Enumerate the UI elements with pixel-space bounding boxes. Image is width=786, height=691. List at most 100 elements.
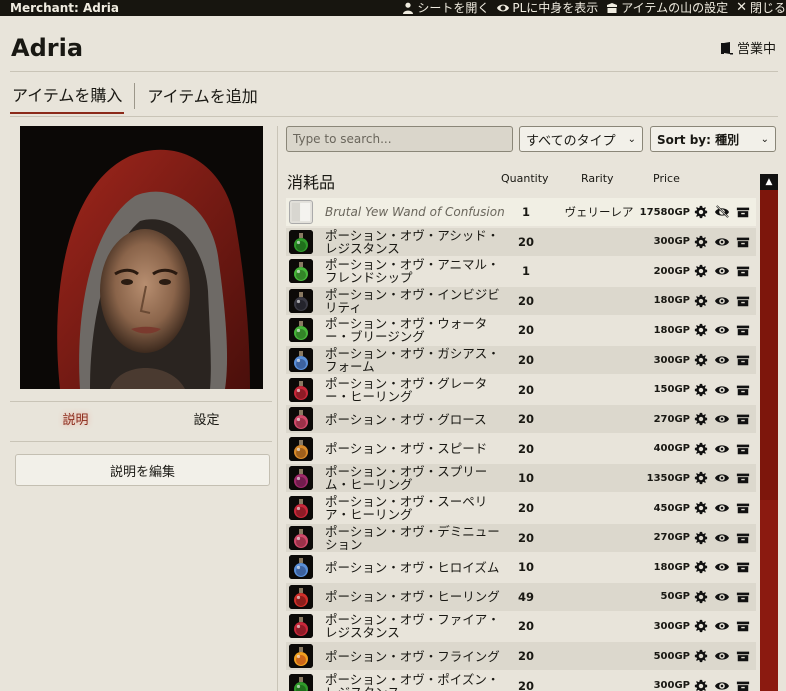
item-name[interactable]: ポーション・オヴ・スプリーム・ヒーリング [325, 464, 505, 492]
item-name[interactable]: ポーション・オヴ・ヒーリング [325, 583, 505, 611]
scrollbar-thumb[interactable] [760, 190, 778, 500]
gear-icon[interactable] [693, 382, 708, 397]
buy-icon[interactable] [735, 264, 750, 279]
eye-icon[interactable] [714, 264, 729, 279]
item-name[interactable]: Brutal Yew Wand of Confusion [325, 198, 505, 226]
item-name[interactable]: ポーション・オヴ・アニマル・フレンドシップ [325, 257, 505, 285]
buy-icon[interactable] [735, 530, 750, 545]
gear-icon[interactable] [693, 501, 708, 516]
item-pile-settings-button[interactable]: アイテムの山の設定 [606, 0, 728, 16]
item-row[interactable]: ポーション・オヴ・ガシアス・フォーム 20 300GP [286, 346, 756, 374]
eye-icon[interactable] [714, 678, 729, 691]
eye-icon[interactable] [714, 501, 729, 516]
item-name[interactable]: ポーション・オヴ・ヒロイズム [325, 553, 505, 581]
item-row[interactable]: Brutal Yew Wand of Confusion 1 ヴェリーレア 17580… [286, 198, 756, 226]
buy-icon[interactable] [735, 412, 750, 427]
gear-icon[interactable] [693, 589, 708, 604]
item-name[interactable]: ポーション・オヴ・アシッド・レジスタンス [325, 228, 505, 256]
item-name[interactable]: ポーション・オヴ・フライング [325, 642, 505, 670]
eye-icon[interactable] [714, 441, 729, 456]
close-button[interactable]: ✕ 閉じる [736, 0, 786, 16]
buy-icon[interactable] [735, 234, 750, 249]
item-name[interactable]: ポーション・オヴ・スピード [325, 435, 505, 463]
tab-buy-items[interactable]: アイテムを購入 [10, 78, 125, 114]
gear-icon[interactable] [693, 264, 708, 279]
search-input[interactable]: Type to search... [286, 126, 513, 152]
gear-icon[interactable] [693, 560, 708, 575]
item-name[interactable]: ポーション・オヴ・グレーター・ヒーリング [325, 376, 505, 404]
tab-add-items[interactable]: アイテムを追加 [145, 79, 259, 113]
potion-icon[interactable] [289, 673, 313, 691]
item-name[interactable]: ポーション・オヴ・インビジビリティ [325, 287, 505, 315]
buy-icon[interactable] [735, 589, 750, 604]
item-name[interactable]: ポーション・オヴ・ポイズン・レジスタンス [325, 672, 505, 691]
item-name[interactable]: ポーション・オヴ・デミニューション [325, 524, 505, 552]
item-row[interactable]: ポーション・オヴ・スピード 20 400GP [286, 435, 756, 463]
gear-icon[interactable] [693, 530, 708, 545]
store-status[interactable]: 営業中 [720, 38, 776, 57]
eye-icon[interactable] [714, 353, 729, 368]
buy-icon[interactable] [735, 501, 750, 516]
item-row[interactable]: ポーション・オヴ・アニマル・フレンドシップ 1 200GP [286, 257, 756, 285]
item-name[interactable]: ポーション・オヴ・ウォーター・ブリージング [325, 316, 505, 344]
potion-icon[interactable] [289, 288, 313, 313]
buy-icon[interactable] [735, 293, 750, 308]
eye-icon[interactable] [714, 619, 729, 634]
potion-icon[interactable] [289, 466, 313, 491]
potion-icon[interactable] [289, 348, 313, 372]
buy-icon[interactable] [735, 205, 750, 220]
eye-icon[interactable] [714, 649, 729, 664]
potion-icon[interactable] [289, 584, 313, 609]
potion-icon[interactable] [289, 644, 313, 668]
potion-icon[interactable] [289, 436, 313, 461]
item-row[interactable]: ポーション・オヴ・インビジビリティ 20 180GP [286, 286, 756, 315]
potion-icon[interactable] [289, 525, 313, 550]
eye-icon[interactable] [714, 589, 729, 604]
gear-icon[interactable] [693, 412, 708, 427]
item-row[interactable]: ポーション・オヴ・スーペリア・ヒーリング 20 450GP [286, 494, 756, 522]
item-row[interactable]: ポーション・オヴ・スプリーム・ヒーリング 10 1350GP [286, 464, 756, 493]
item-row[interactable]: ポーション・オヴ・フライング 20 500GP [286, 642, 756, 670]
item-row[interactable]: ポーション・オヴ・ポイズン・レジスタンス 20 300GP [286, 672, 756, 691]
open-sheet-button[interactable]: シートを開く [402, 0, 489, 16]
potion-icon[interactable] [289, 318, 313, 343]
buy-icon[interactable] [735, 382, 750, 397]
eye-icon[interactable] [714, 323, 729, 338]
show-to-players-button[interactable]: PLに中身を表示 [497, 0, 598, 16]
gear-icon[interactable] [693, 205, 708, 220]
buy-icon[interactable] [735, 649, 750, 664]
eye-slash-icon[interactable] [714, 205, 729, 220]
eye-icon[interactable] [714, 560, 729, 575]
item-row[interactable]: ポーション・オヴ・アシッド・レジスタンス 20 300GP [286, 227, 756, 256]
eye-icon[interactable] [714, 471, 729, 486]
gear-icon[interactable] [693, 234, 708, 249]
item-row[interactable]: ポーション・オヴ・ヒーリング 49 50GP [286, 582, 756, 611]
tab-description[interactable]: 説明 [10, 409, 141, 428]
item-name[interactable]: ポーション・オヴ・ガシアス・フォーム [325, 346, 505, 374]
item-name[interactable]: ポーション・オヴ・ファイア・レジスタンス [325, 612, 505, 640]
scroll-up-icon[interactable]: ▲ [760, 174, 778, 190]
eye-icon[interactable] [714, 530, 729, 545]
gear-icon[interactable] [693, 678, 708, 691]
gear-icon[interactable] [693, 619, 708, 634]
buy-icon[interactable] [735, 323, 750, 338]
item-row[interactable]: ポーション・オヴ・デミニューション 20 270GP [286, 523, 756, 552]
item-list-scrollbar[interactable]: ▲ ▼ [760, 174, 778, 691]
potion-icon[interactable] [289, 407, 313, 432]
buy-icon[interactable] [735, 441, 750, 456]
potion-icon[interactable] [289, 229, 313, 254]
gear-icon[interactable] [693, 323, 708, 338]
type-filter-select[interactable]: すべてのタイプ ⌄ [519, 126, 643, 152]
buy-icon[interactable] [735, 353, 750, 368]
eye-icon[interactable] [714, 382, 729, 397]
eye-icon[interactable] [714, 412, 729, 427]
item-row[interactable]: ポーション・オヴ・グロース 20 270GP [286, 405, 756, 434]
gear-icon[interactable] [693, 649, 708, 664]
item-row[interactable]: ポーション・オヴ・グレーター・ヒーリング 20 150GP [286, 376, 756, 404]
item-name[interactable]: ポーション・オヴ・グロース [325, 405, 505, 433]
wand-icon[interactable] [289, 200, 313, 224]
potion-icon[interactable] [289, 259, 313, 284]
item-row[interactable]: ポーション・オヴ・ヒロイズム 10 180GP [286, 553, 756, 581]
potion-icon[interactable] [289, 555, 313, 580]
buy-icon[interactable] [735, 678, 750, 691]
